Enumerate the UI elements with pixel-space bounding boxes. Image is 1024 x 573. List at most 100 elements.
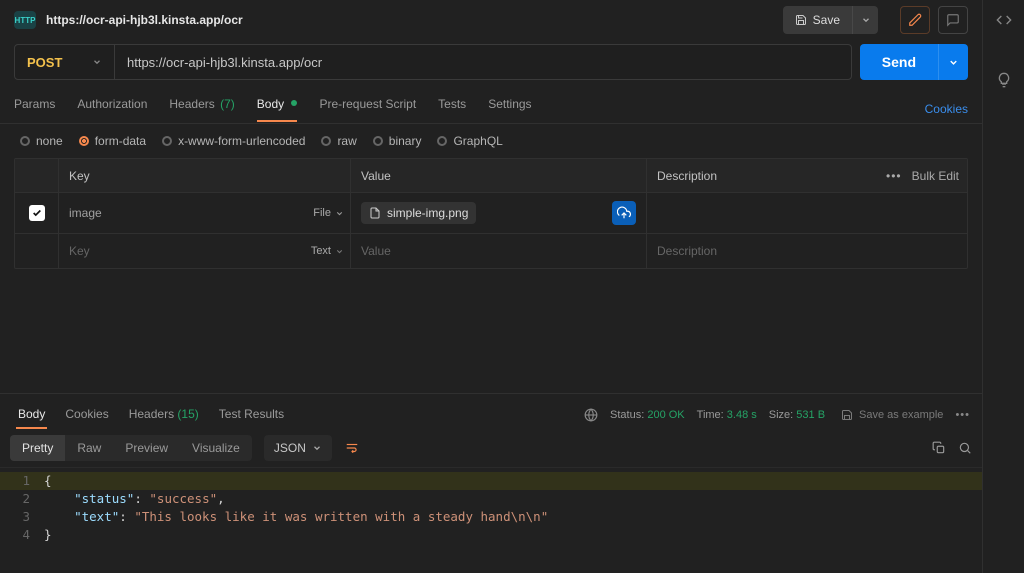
value-column-header: Value xyxy=(351,159,647,192)
body-changed-indicator xyxy=(291,100,297,106)
tab-body-label: Body xyxy=(257,97,284,111)
chevron-down-icon xyxy=(948,57,959,68)
view-pretty[interactable]: Pretty xyxy=(10,435,65,461)
body-type-none[interactable]: none xyxy=(20,134,63,148)
tab-headers-label: Headers xyxy=(169,97,214,111)
chevron-down-icon xyxy=(92,57,102,67)
chevron-down-icon xyxy=(335,209,344,218)
view-visualize[interactable]: Visualize xyxy=(180,435,252,461)
table-row-empty: Key Text Value Description xyxy=(15,234,967,268)
file-chip[interactable]: simple-img.png xyxy=(361,202,476,224)
response-tab-headers[interactable]: Headers (15) xyxy=(119,401,209,429)
pencil-icon xyxy=(908,13,922,27)
body-type-raw[interactable]: raw xyxy=(321,134,356,148)
headers-count: (7) xyxy=(220,97,235,111)
row-enabled-checkbox[interactable] xyxy=(29,205,45,221)
http-badge-icon: HTTP xyxy=(14,11,36,29)
code-snippet-button[interactable] xyxy=(983,0,1024,40)
key-type-select[interactable]: Text xyxy=(311,245,344,257)
copy-icon xyxy=(932,441,946,455)
chevron-down-icon xyxy=(312,443,322,453)
send-button[interactable]: Send xyxy=(860,44,938,80)
lightbulb-icon xyxy=(996,72,1012,88)
body-type-form-data[interactable]: form-data xyxy=(79,134,146,148)
search-button[interactable] xyxy=(958,441,972,455)
copy-button[interactable] xyxy=(932,441,946,455)
status-value: 200 OK xyxy=(647,409,684,421)
network-icon[interactable] xyxy=(584,408,598,422)
right-rail xyxy=(982,0,1024,573)
key-type-select[interactable]: File xyxy=(313,207,344,219)
time-label: Time: 3.48 s xyxy=(697,409,757,421)
method-select[interactable]: POST xyxy=(15,45,115,79)
table-row: image File simple-img.png xyxy=(15,193,967,234)
url-input[interactable]: https://ocr-api-hjb3l.kinsta.app/ocr xyxy=(115,45,851,79)
save-as-example-button[interactable]: Save as example xyxy=(841,409,943,421)
tab-body[interactable]: Body xyxy=(257,97,298,121)
body-type-x-www-form-urlencoded[interactable]: x-www-form-urlencoded xyxy=(162,134,305,148)
method-label: POST xyxy=(27,55,62,70)
body-type-binary[interactable]: binary xyxy=(373,134,422,148)
status-label: Status: 200 OK xyxy=(610,409,685,421)
description-input[interactable]: Description xyxy=(647,234,967,268)
response-panel: Body Cookies Headers (15) Test Results S… xyxy=(0,393,982,573)
key-input[interactable]: image File xyxy=(59,193,351,233)
description-input[interactable] xyxy=(647,193,967,233)
comment-icon xyxy=(946,13,960,27)
upload-file-button[interactable] xyxy=(612,201,636,225)
file-icon xyxy=(369,207,381,219)
search-icon xyxy=(958,441,972,455)
body-type-options: none form-data x-www-form-urlencoded raw… xyxy=(0,124,982,158)
url-row: POST https://ocr-api-hjb3l.kinsta.app/oc… xyxy=(0,40,982,84)
info-button[interactable] xyxy=(983,60,1024,100)
form-data-table: Key Value Description ••• Bulk Edit imag… xyxy=(14,158,968,269)
view-raw[interactable]: Raw xyxy=(65,435,113,461)
code-icon xyxy=(996,12,1012,28)
value-input[interactable]: Value xyxy=(351,234,647,268)
chevron-down-icon xyxy=(335,247,344,256)
save-button[interactable]: Save xyxy=(783,6,852,34)
key-input[interactable]: Key Text xyxy=(59,234,351,268)
format-select[interactable]: JSON xyxy=(264,435,332,461)
request-tab-title: https://ocr-api-hjb3l.kinsta.app/ocr xyxy=(46,13,773,27)
file-name: simple-img.png xyxy=(387,206,468,220)
description-column-header: Description ••• Bulk Edit xyxy=(647,159,967,192)
tab-authorization[interactable]: Authorization xyxy=(77,97,147,121)
check-icon xyxy=(32,208,42,218)
response-tab-test-results[interactable]: Test Results xyxy=(209,401,294,429)
save-button-label: Save xyxy=(813,13,840,27)
time-value: 3.48 s xyxy=(727,409,757,421)
key-column-header: Key xyxy=(59,159,351,192)
wrap-toggle-button[interactable] xyxy=(338,434,366,462)
value-cell[interactable]: simple-img.png xyxy=(351,193,647,233)
save-icon xyxy=(795,14,807,26)
body-type-graphql[interactable]: GraphQL xyxy=(437,134,502,148)
tab-header: HTTP https://ocr-api-hjb3l.kinsta.app/oc… xyxy=(0,0,982,40)
tab-pre-request-script[interactable]: Pre-request Script xyxy=(319,97,416,121)
request-tabs: Params Authorization Headers (7) Body Pr… xyxy=(0,84,982,124)
send-dropdown-button[interactable] xyxy=(938,44,968,80)
tab-params[interactable]: Params xyxy=(14,97,55,121)
save-dropdown-button[interactable] xyxy=(852,6,878,34)
save-icon xyxy=(841,409,853,421)
edit-button[interactable] xyxy=(900,6,930,34)
chevron-down-icon xyxy=(861,15,871,25)
wrap-icon xyxy=(344,441,360,455)
response-headers-count: (15) xyxy=(177,407,198,421)
tab-tests[interactable]: Tests xyxy=(438,97,466,121)
response-tab-body[interactable]: Body xyxy=(8,401,55,429)
more-options-button[interactable]: ••• xyxy=(886,169,902,183)
more-actions-button[interactable]: ••• xyxy=(955,409,970,421)
comment-button[interactable] xyxy=(938,6,968,34)
size-value: 531 B xyxy=(796,409,825,421)
response-tab-cookies[interactable]: Cookies xyxy=(55,401,118,429)
tab-settings[interactable]: Settings xyxy=(488,97,531,121)
cookies-link[interactable]: Cookies xyxy=(925,102,968,116)
tab-headers[interactable]: Headers (7) xyxy=(169,97,234,121)
upload-cloud-icon xyxy=(617,206,631,220)
view-preview[interactable]: Preview xyxy=(113,435,180,461)
response-code[interactable]: 1{ 2 "status": "success", 3 "text": "Thi… xyxy=(0,468,982,548)
bulk-edit-button[interactable]: Bulk Edit xyxy=(912,169,959,183)
size-label: Size: 531 B xyxy=(769,409,825,421)
view-mode-segment: Pretty Raw Preview Visualize xyxy=(10,435,252,461)
